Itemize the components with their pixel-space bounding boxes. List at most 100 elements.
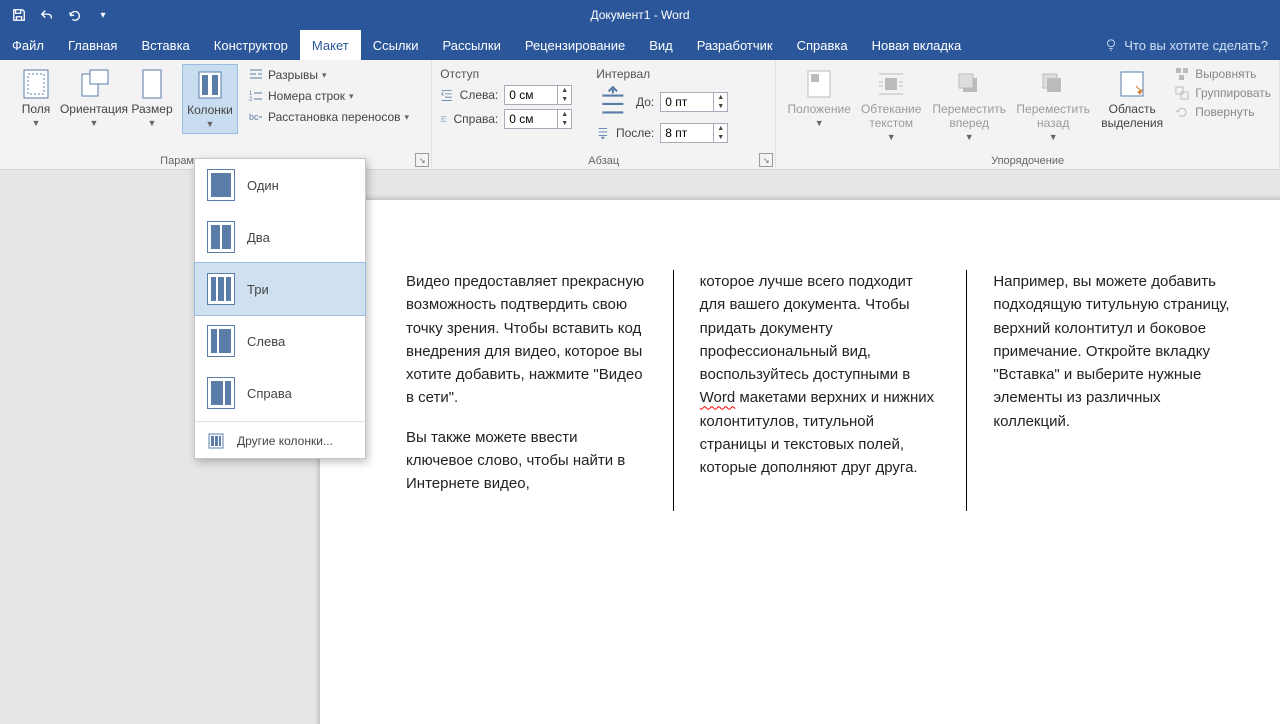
breaks-button[interactable]: Разрывы▾ — [246, 66, 411, 84]
left-column-icon — [207, 325, 235, 357]
spacing-after-label: После: — [616, 126, 654, 140]
column-1: Видео предоставляет прекрасную возможнос… — [380, 270, 673, 511]
margins-icon — [20, 68, 52, 100]
quick-access-toolbar: ▾ — [6, 3, 116, 27]
indent-right-spinner[interactable]: ▲▼ — [504, 109, 572, 129]
menu-separator — [195, 421, 365, 422]
spacing-before-icon — [596, 85, 630, 119]
columns-dropdown: Один Два Три Слева Справа Другие колонки… — [194, 158, 366, 459]
tab-help[interactable]: Справка — [785, 30, 860, 60]
group-objects-button[interactable]: Группировать — [1174, 85, 1271, 101]
lightbulb-icon — [1104, 38, 1118, 52]
hyphenation-button[interactable]: bc Расстановка переносов▾ — [246, 108, 411, 126]
indent-right-icon — [440, 115, 447, 122]
svg-text:2: 2 — [249, 97, 253, 103]
page: Видео предоставляет прекрасную возможнос… — [320, 200, 1280, 724]
columns-option-right[interactable]: Справа — [195, 367, 365, 419]
forward-icon — [953, 68, 985, 100]
one-column-icon — [207, 169, 235, 201]
page-setup-dialog-launcher[interactable]: ↘ — [415, 153, 429, 167]
group-page-setup: Поля▼ Ориентация▼ Размер▼ Колонки▼ Разры… — [0, 60, 432, 169]
three-column-icon — [207, 273, 235, 305]
columns-option-left[interactable]: Слева — [195, 315, 365, 367]
hyphenation-icon: bc — [248, 109, 264, 125]
size-button[interactable]: Размер▼ — [124, 64, 180, 134]
tell-me-label: Что вы хотите сделать? — [1124, 38, 1268, 53]
save-button[interactable] — [6, 3, 32, 27]
undo-button[interactable] — [34, 3, 60, 27]
breaks-icon — [248, 67, 264, 83]
paragraph-text: Вы также можете ввести ключевое слово, ч… — [406, 426, 647, 496]
spacing-before-label: До: — [636, 95, 654, 109]
columns-more-button[interactable]: Другие колонки... — [195, 424, 365, 458]
more-columns-icon — [207, 432, 225, 450]
tab-home[interactable]: Главная — [56, 30, 129, 60]
orientation-button[interactable]: Ориентация▼ — [66, 64, 122, 134]
margins-button[interactable]: Поля▼ — [8, 64, 64, 134]
paragraph-text: Видео предоставляет прекрасную возможнос… — [406, 270, 647, 410]
columns-icon — [194, 69, 226, 101]
spacing-after-spinner[interactable]: ▲▼ — [660, 123, 728, 143]
qat-customize-button[interactable]: ▾ — [90, 3, 116, 27]
window-title: Документ1 - Word — [0, 8, 1280, 22]
selection-pane-icon — [1116, 68, 1148, 100]
line-numbers-icon: 12 — [248, 88, 264, 104]
spacing-before-spinner[interactable]: ▲▼ — [660, 92, 728, 112]
rotate-icon — [1174, 104, 1190, 120]
title-bar: ▾ Документ1 - Word — [0, 0, 1280, 30]
group-label-arrange: Упорядочение — [776, 155, 1279, 167]
tab-mailings[interactable]: Рассылки — [430, 30, 512, 60]
document-area[interactable]: Видео предоставляет прекрасную возможнос… — [0, 170, 1280, 724]
selection-pane-button[interactable]: Область выделения — [1096, 64, 1168, 146]
wrap-icon — [875, 68, 907, 100]
tab-custom[interactable]: Новая вкладка — [860, 30, 974, 60]
indent-right-label: Справа: — [454, 112, 499, 126]
bring-forward-button[interactable]: Переместить вперед▼ — [928, 64, 1010, 146]
tab-file[interactable]: Файл — [0, 30, 56, 60]
align-icon — [1174, 66, 1190, 82]
spellcheck-underline: Word — [700, 389, 736, 406]
position-icon — [803, 68, 835, 100]
position-button[interactable]: Положение▼ — [784, 64, 854, 146]
backward-icon — [1037, 68, 1069, 100]
size-icon — [136, 68, 168, 100]
spacing-after-icon — [596, 126, 610, 140]
tab-layout[interactable]: Макет — [300, 30, 361, 60]
tab-references[interactable]: Ссылки — [361, 30, 431, 60]
paragraph-text: которое лучше всего подходит для вашего … — [700, 270, 941, 479]
rotate-button[interactable]: Повернуть — [1174, 104, 1271, 120]
wrap-text-button[interactable]: Обтекание текстом▼ — [856, 64, 926, 146]
column-3: Например, вы можете добавить подходящую … — [966, 270, 1260, 511]
svg-text:bc: bc — [249, 112, 259, 122]
indent-left-spinner[interactable]: ▲▼ — [504, 85, 572, 105]
paragraph-text: Например, вы можете добавить подходящую … — [993, 270, 1234, 433]
group-paragraph: Отступ Слева: ▲▼ Справа: ▲▼ Интервал До: — [432, 60, 776, 169]
paragraph-dialog-launcher[interactable]: ↘ — [759, 153, 773, 167]
tab-developer[interactable]: Разработчик — [685, 30, 785, 60]
columns-option-two[interactable]: Два — [195, 211, 365, 263]
tell-me-search[interactable]: Что вы хотите сделать? — [1092, 30, 1280, 60]
align-button[interactable]: Выровнять — [1174, 66, 1271, 82]
tab-insert[interactable]: Вставка — [129, 30, 201, 60]
orientation-icon — [78, 68, 110, 100]
two-column-icon — [207, 221, 235, 253]
indent-caption: Отступ — [440, 67, 572, 81]
group-icon — [1174, 85, 1190, 101]
columns-button[interactable]: Колонки▼ — [182, 64, 238, 134]
spacing-caption: Интервал — [596, 67, 728, 81]
right-column-icon — [207, 377, 235, 409]
group-arrange: Положение▼ Обтекание текстом▼ Переместит… — [776, 60, 1280, 169]
group-label-paragraph: Абзац — [432, 155, 775, 167]
tab-design[interactable]: Конструктор — [202, 30, 300, 60]
indent-left-label: Слева: — [460, 88, 499, 102]
tab-review[interactable]: Рецензирование — [513, 30, 637, 60]
line-numbers-button[interactable]: 12 Номера строк▾ — [246, 87, 411, 105]
tab-view[interactable]: Вид — [637, 30, 685, 60]
text-columns: Видео предоставляет прекрасную возможнос… — [380, 270, 1260, 511]
columns-option-three[interactable]: Три — [194, 262, 366, 316]
columns-option-one[interactable]: Один — [195, 159, 365, 211]
redo-button[interactable] — [62, 3, 88, 27]
ribbon-tabs: Файл Главная Вставка Конструктор Макет С… — [0, 30, 1280, 60]
send-backward-button[interactable]: Переместить назад▼ — [1012, 64, 1094, 146]
ribbon: Поля▼ Ориентация▼ Размер▼ Колонки▼ Разры… — [0, 60, 1280, 170]
